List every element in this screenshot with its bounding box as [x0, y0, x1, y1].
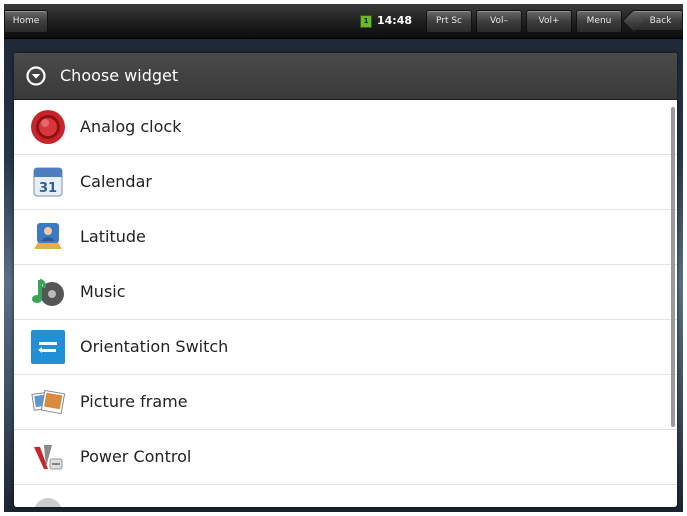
- latitude-icon: [34, 223, 62, 249]
- choose-widget-dialog: Choose widget Analog clock 31 Calendar L…: [14, 53, 677, 507]
- analog-clock-icon: [31, 110, 65, 144]
- item-label: Picture frame: [80, 392, 188, 411]
- item-label: Music: [80, 282, 126, 301]
- svg-text:31: 31: [39, 181, 57, 196]
- item-label: Analog clock: [80, 117, 182, 136]
- list-item-latitude[interactable]: Latitude: [14, 210, 677, 265]
- status-bar: Home 1 14:48 Prt Sc Vol– Vol+ Menu Back: [4, 4, 683, 39]
- back-label: Back: [649, 16, 672, 26]
- screen: Home 1 14:48 Prt Sc Vol– Vol+ Menu Back …: [4, 4, 683, 512]
- list-item-power-control[interactable]: Power Control: [14, 430, 677, 485]
- list-item-analog-clock[interactable]: Analog clock: [14, 100, 677, 155]
- volume-up-button[interactable]: Vol+: [526, 10, 572, 33]
- list-item-picture-frame[interactable]: Picture frame: [14, 375, 677, 430]
- dropdown-circle-icon: [26, 66, 46, 86]
- item-label: Calendar: [80, 172, 152, 191]
- item-label: Latitude: [80, 227, 146, 246]
- notification-icon[interactable]: 1: [360, 15, 372, 28]
- clock-time: 14:48: [377, 14, 413, 27]
- music-icon: [32, 278, 64, 306]
- print-screen-button[interactable]: Prt Sc: [426, 10, 472, 33]
- calendar-icon: 31: [33, 167, 63, 197]
- back-button[interactable]: Back: [632, 10, 683, 31]
- picture-frame-icon: [31, 389, 66, 415]
- partial-item-icon: [34, 498, 62, 507]
- orientation-switch-icon: [31, 330, 65, 364]
- home-button[interactable]: Home: [4, 10, 48, 33]
- list-item-orientation-switch[interactable]: Orientation Switch: [14, 320, 677, 375]
- item-label: Orientation Switch: [80, 337, 229, 356]
- power-control-icon: [34, 445, 63, 470]
- widget-list: Analog clock 31 Calendar Latitude Music …: [14, 100, 677, 507]
- volume-down-button[interactable]: Vol–: [476, 10, 522, 33]
- list-item-partial[interactable]: [14, 485, 677, 507]
- dialog-title: Choose widget: [60, 66, 179, 85]
- list-item-music[interactable]: Music: [14, 265, 677, 320]
- dialog-header: Choose widget: [14, 53, 677, 100]
- list-item-calendar[interactable]: 31 Calendar: [14, 155, 677, 210]
- item-label: Power Control: [80, 447, 192, 466]
- scrollbar[interactable]: [671, 107, 675, 427]
- menu-button[interactable]: Menu: [576, 10, 622, 33]
